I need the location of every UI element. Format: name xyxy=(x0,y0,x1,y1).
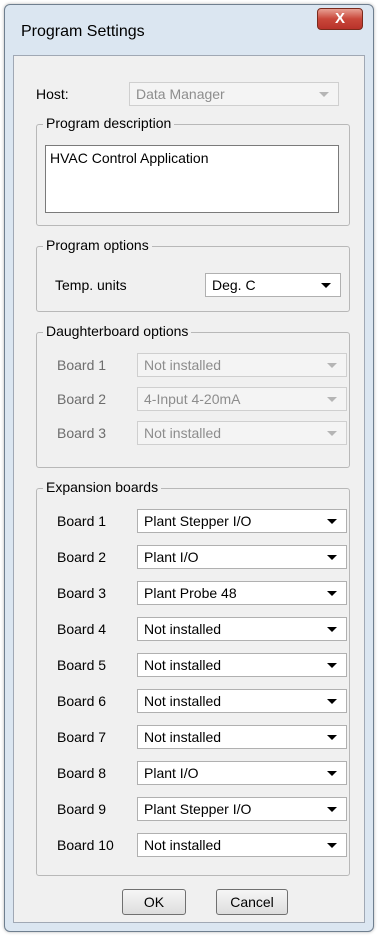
expansion-board-9-select[interactable]: Plant Stepper I/O xyxy=(137,797,347,821)
temp-units-select[interactable]: Deg. C xyxy=(205,273,341,297)
host-label: Host: xyxy=(36,86,69,102)
chevron-down-icon xyxy=(327,699,337,704)
expansion-board-4-select[interactable]: Not installed xyxy=(137,617,347,641)
daughterboard-options-group: Daughterboard options Board 1 Not instal… xyxy=(36,323,350,468)
expansion-board-1-select[interactable]: Plant Stepper I/O xyxy=(137,509,347,533)
dialog-title: Program Settings xyxy=(21,23,145,40)
chevron-down-icon xyxy=(327,627,337,632)
chevron-down-icon xyxy=(327,519,337,524)
expansion-board-9-label: Board 9 xyxy=(57,801,107,817)
chevron-down-icon xyxy=(327,771,337,776)
expansion-board-6-value: Not installed xyxy=(144,693,222,709)
ok-button[interactable]: OK xyxy=(122,889,186,915)
expansion-board-7-select[interactable]: Not installed xyxy=(137,725,347,749)
daughterboard-2-value: 4-Input 4-20mA xyxy=(144,391,241,407)
expansion-board-1-label: Board 1 xyxy=(57,513,107,529)
daughterboard-3-select: Not installed xyxy=(137,421,347,445)
chevron-down-icon xyxy=(327,431,337,436)
chevron-down-icon xyxy=(327,363,337,368)
host-select: Data Manager xyxy=(129,82,339,106)
program-options-group: Program options Temp. units Deg. C xyxy=(36,237,350,312)
expansion-board-6-label: Board 6 xyxy=(57,693,107,709)
chevron-down-icon xyxy=(327,735,337,740)
expansion-boards-group: Expansion boards Board 1 Plant Stepper I… xyxy=(36,479,350,876)
expansion-board-7-label: Board 7 xyxy=(57,729,107,745)
daughterboard-3-value: Not installed xyxy=(144,425,222,441)
temp-units-value: Deg. C xyxy=(212,277,256,293)
chevron-down-icon xyxy=(327,591,337,596)
chevron-down-icon xyxy=(327,663,337,668)
expansion-board-3-select[interactable]: Plant Probe 48 xyxy=(137,581,347,605)
expansion-boards-legend: Expansion boards xyxy=(43,479,162,495)
expansion-board-4-label: Board 4 xyxy=(57,621,107,637)
dialog-body: Host: Data Manager Program description H… xyxy=(13,55,365,923)
daughterboard-1-select: Not installed xyxy=(137,353,347,377)
expansion-board-1-value: Plant Stepper I/O xyxy=(144,513,252,529)
expansion-board-5-label: Board 5 xyxy=(57,657,107,673)
host-select-value: Data Manager xyxy=(136,86,225,102)
expansion-board-2-value: Plant I/O xyxy=(144,549,199,565)
expansion-board-3-label: Board 3 xyxy=(57,585,107,601)
program-description-legend: Program description xyxy=(43,115,175,131)
temp-units-label: Temp. units xyxy=(55,277,127,293)
expansion-board-5-select[interactable]: Not installed xyxy=(137,653,347,677)
expansion-board-8-label: Board 8 xyxy=(57,765,107,781)
expansion-board-8-select[interactable]: Plant I/O xyxy=(137,761,347,785)
daughterboard-3-label: Board 3 xyxy=(57,425,107,441)
chevron-down-icon xyxy=(327,807,337,812)
expansion-board-6-select[interactable]: Not installed xyxy=(137,689,347,713)
expansion-board-8-value: Plant I/O xyxy=(144,765,199,781)
program-description-group: Program description HVAC Control Applica… xyxy=(36,115,350,226)
expansion-board-10-label: Board 10 xyxy=(57,837,114,853)
expansion-board-5-value: Not installed xyxy=(144,657,222,673)
expansion-board-4-value: Not installed xyxy=(144,621,222,637)
close-button[interactable]: X xyxy=(317,8,363,30)
chevron-down-icon xyxy=(327,555,337,560)
chevron-down-icon xyxy=(319,92,329,97)
expansion-board-2-select[interactable]: Plant I/O xyxy=(137,545,347,569)
daughterboard-2-select: 4-Input 4-20mA xyxy=(137,387,347,411)
daughterboard-options-legend: Daughterboard options xyxy=(43,323,192,339)
expansion-board-2-label: Board 2 xyxy=(57,549,107,565)
program-description-field[interactable]: HVAC Control Application xyxy=(45,145,339,213)
chevron-down-icon xyxy=(321,283,331,288)
expansion-board-3-value: Plant Probe 48 xyxy=(144,585,237,601)
expansion-board-7-value: Not installed xyxy=(144,729,222,745)
expansion-board-10-value: Not installed xyxy=(144,837,222,853)
expansion-board-9-value: Plant Stepper I/O xyxy=(144,801,252,817)
program-settings-dialog: Program Settings X Host: Data Manager Pr… xyxy=(4,4,374,932)
daughterboard-2-label: Board 2 xyxy=(57,391,107,407)
title-bar[interactable]: Program Settings X xyxy=(5,5,373,45)
daughterboard-1-value: Not installed xyxy=(144,357,222,373)
chevron-down-icon xyxy=(327,397,337,402)
daughterboard-1-label: Board 1 xyxy=(57,357,107,373)
program-options-legend: Program options xyxy=(43,237,152,253)
expansion-board-10-select[interactable]: Not installed xyxy=(137,833,347,857)
chevron-down-icon xyxy=(327,843,337,848)
cancel-button[interactable]: Cancel xyxy=(216,889,288,915)
